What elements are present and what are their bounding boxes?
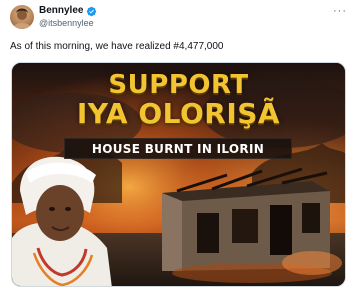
more-options-icon[interactable]: ··· (333, 6, 347, 17)
author-name-row: Bennylee (39, 5, 97, 17)
headline-line-1: SUPPORT (108, 70, 249, 100)
user-avatar[interactable] (10, 5, 34, 29)
verified-badge-icon (87, 6, 97, 16)
tweet-card: Bennylee @itsbennylee ··· As of this mor… (0, 0, 357, 290)
author-display-name[interactable]: Bennylee (39, 5, 83, 17)
media-subtitle: HOUSE BURNT IN ILORIN (64, 138, 292, 159)
headline-line-2: IYA OLORIŞÃ (76, 97, 281, 130)
author-handle[interactable]: @itsbennylee (39, 18, 94, 29)
tweet-media-image[interactable]: SUPPORT IYA OLORIŞÃ HOUSE BURNT IN ILORI… (11, 62, 346, 287)
tweet-text: As of this morning, we have realized #4,… (10, 41, 224, 52)
